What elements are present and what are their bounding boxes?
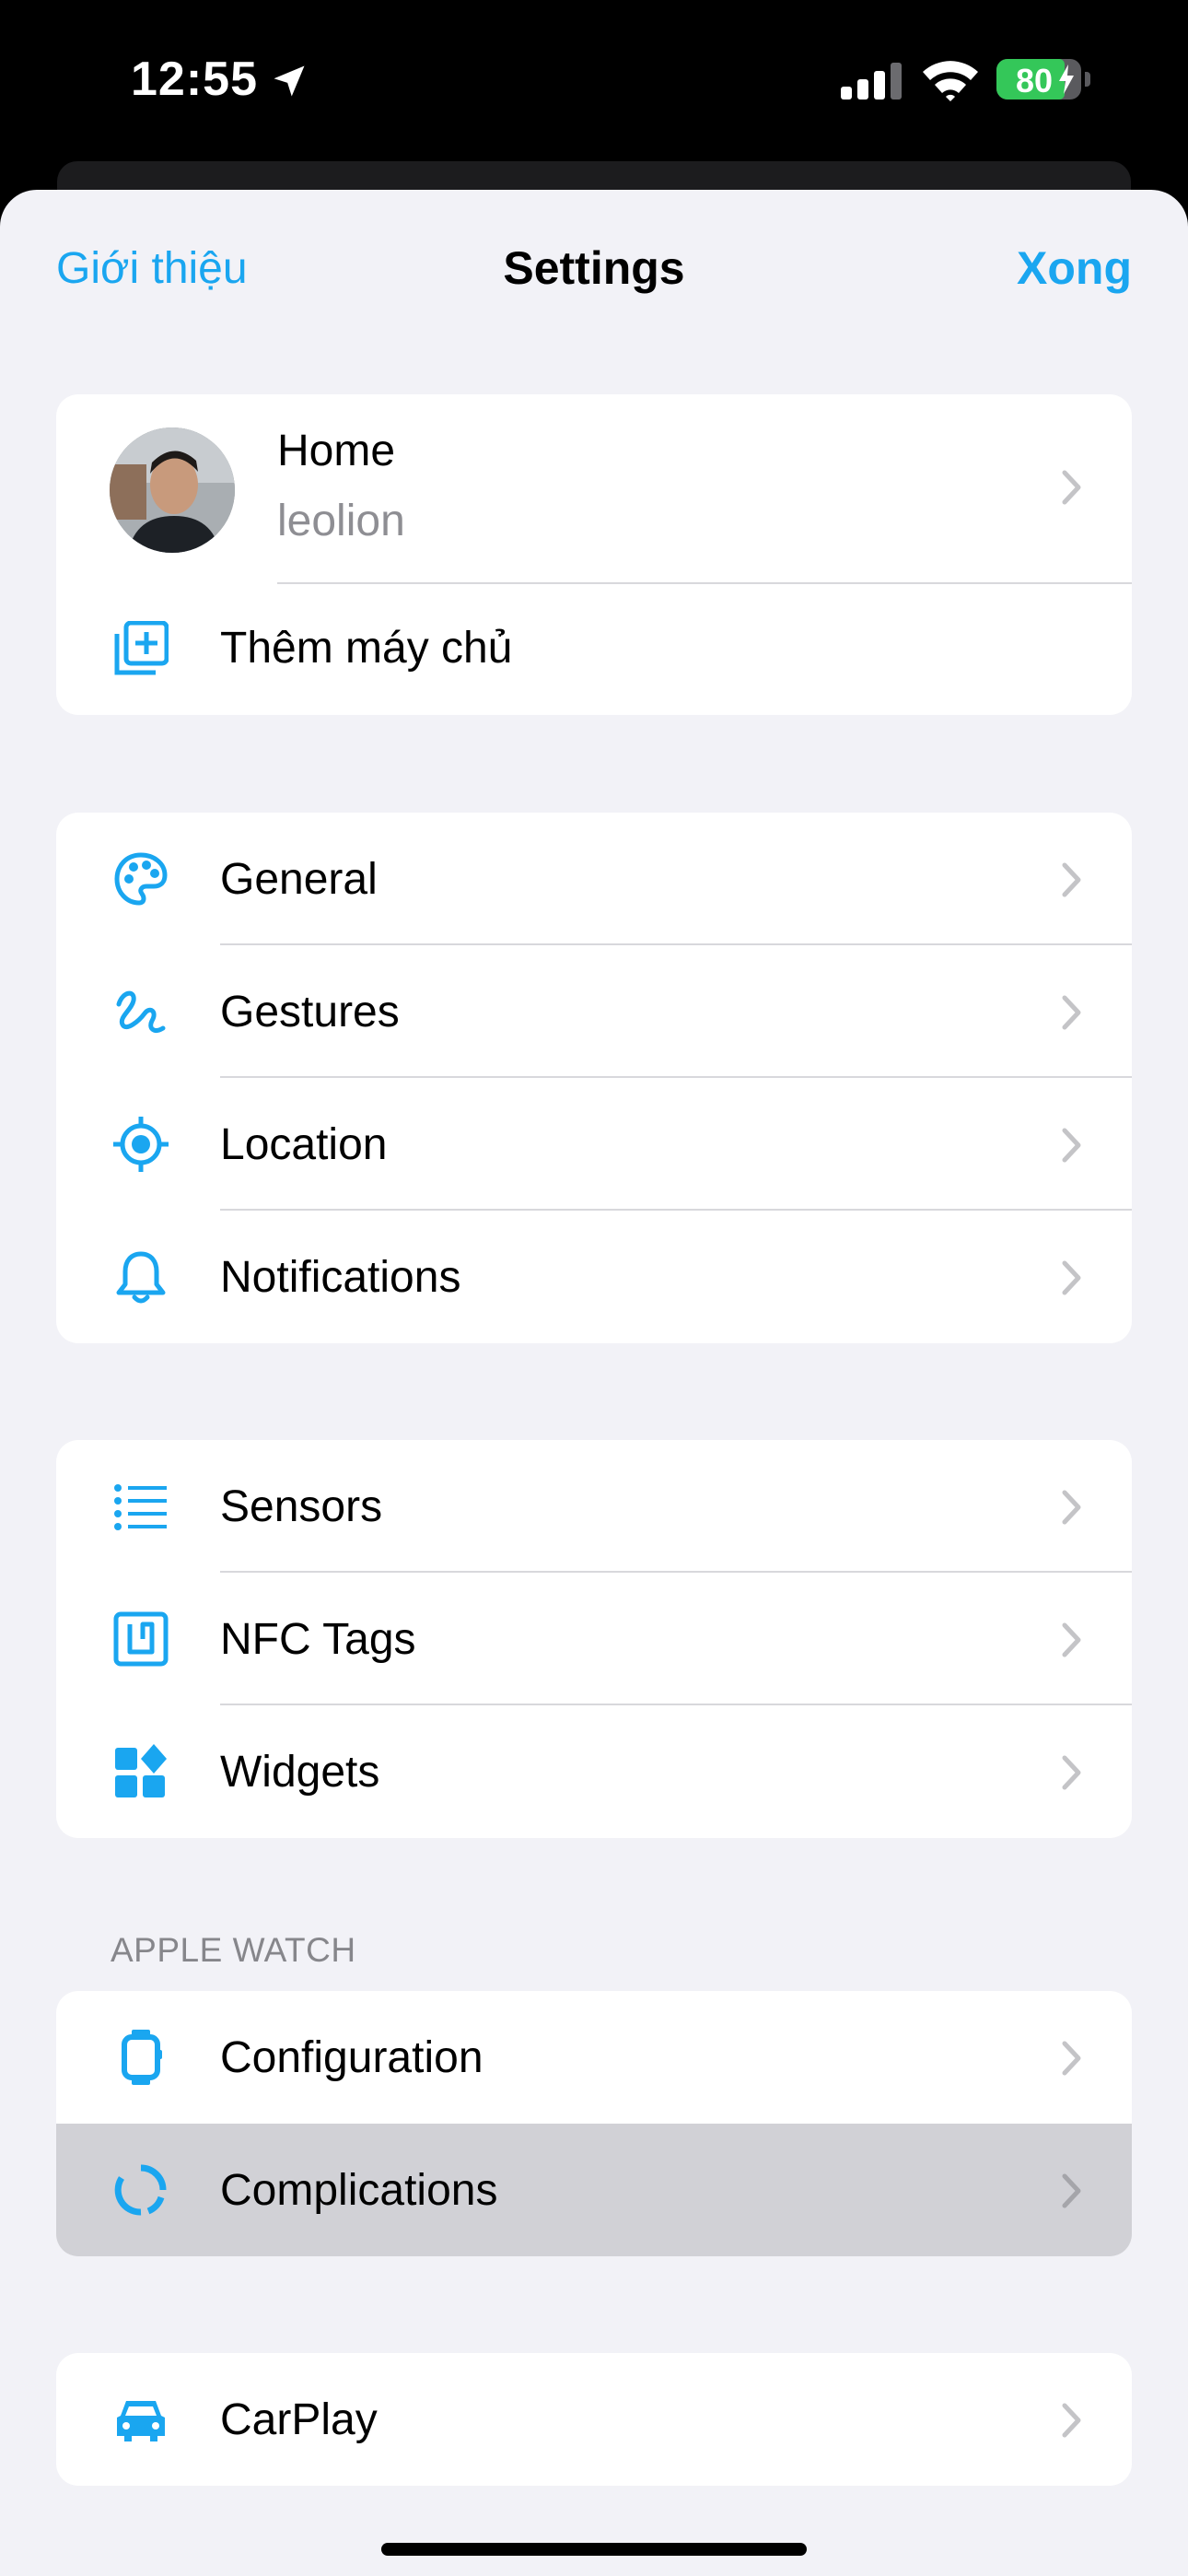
bell-icon <box>116 1251 166 1304</box>
chevron-right-icon <box>1062 862 1081 897</box>
apple-watch-group: Configuration Complications <box>56 1991 1132 2256</box>
chevron-right-icon <box>1062 2041 1081 2076</box>
add-server-icon <box>114 621 169 675</box>
wifi-icon <box>923 61 978 101</box>
carplay-group: CarPlay <box>56 2353 1132 2486</box>
add-server-label: Thêm máy chủ <box>220 624 513 673</box>
chevron-right-icon <box>1062 1260 1081 1295</box>
gestures-label: Gestures <box>220 988 400 1036</box>
configuration-row[interactable]: Configuration <box>56 1991 1132 2124</box>
settings-group-2: Sensors NFC Tags Widgets <box>56 1440 1132 1838</box>
chevron-right-icon <box>1062 1128 1081 1163</box>
notifications-label: Notifications <box>220 1253 461 1302</box>
battery-icon: 80 <box>996 59 1081 100</box>
widgets-label: Widgets <box>220 1748 380 1797</box>
widgets-row[interactable]: Widgets <box>56 1705 1132 1838</box>
server-group: Home leolion Thêm máy chủ <box>56 394 1132 715</box>
sensors-label: Sensors <box>220 1482 383 1531</box>
settings-group-1: General Gestures Location Notifications <box>56 813 1132 1343</box>
page-title: Settings <box>503 242 685 294</box>
carplay-row[interactable]: CarPlay <box>56 2353 1132 2486</box>
server-row-home[interactable]: Home leolion <box>56 394 1132 584</box>
location-label: Location <box>220 1120 388 1169</box>
carplay-label: CarPlay <box>220 2395 378 2444</box>
complications-row[interactable]: Complications <box>56 2124 1132 2256</box>
battery-cap <box>1085 72 1090 87</box>
chevron-right-icon <box>1062 1490 1081 1525</box>
chevron-right-icon <box>1062 470 1081 505</box>
watch-icon <box>122 2030 162 2085</box>
add-server-row[interactable]: Thêm máy chủ <box>56 584 1132 715</box>
location-arrow-icon <box>274 65 305 97</box>
location-icon <box>113 1117 169 1172</box>
status-bar: 12:55 80 <box>0 0 1188 161</box>
cellular-signal-icon <box>841 63 902 100</box>
chevron-right-icon <box>1062 1622 1081 1657</box>
avatar <box>110 427 235 553</box>
apple-watch-header: APPLE WATCH <box>111 1931 356 1969</box>
home-indicator <box>381 2543 807 2556</box>
status-time: 12:55 <box>131 53 258 106</box>
gesture-icon <box>116 990 166 1033</box>
palette-icon <box>114 852 168 906</box>
notifications-row[interactable]: Notifications <box>56 1211 1132 1343</box>
general-row[interactable]: General <box>56 813 1132 945</box>
nfc-icon <box>113 1611 169 1667</box>
location-row[interactable]: Location <box>56 1078 1132 1211</box>
settings-sheet: Giới thiệu Settings Xong Home leolion Th… <box>0 190 1188 2576</box>
car-icon <box>117 2401 165 2441</box>
general-label: General <box>220 855 378 904</box>
configuration-label: Configuration <box>220 2033 483 2082</box>
complications-icon <box>114 2164 167 2216</box>
sensors-row[interactable]: Sensors <box>56 1440 1132 1573</box>
chevron-right-icon <box>1062 1755 1081 1790</box>
list-icon <box>114 1484 167 1530</box>
server-username: leolion <box>277 497 405 545</box>
charging-bolt-icon <box>1059 64 1074 94</box>
nfc-tags-label: NFC Tags <box>220 1615 416 1664</box>
gestures-row[interactable]: Gestures <box>56 945 1132 1078</box>
nfc-tags-row[interactable]: NFC Tags <box>56 1573 1132 1705</box>
complications-label: Complications <box>220 2166 498 2215</box>
done-button[interactable]: Xong <box>1017 241 1132 295</box>
widgets-icon <box>115 1744 167 1797</box>
chevron-right-icon <box>1062 995 1081 1030</box>
chevron-right-icon <box>1062 2403 1081 2438</box>
server-name: Home <box>277 427 396 475</box>
chevron-right-icon <box>1062 2173 1081 2208</box>
